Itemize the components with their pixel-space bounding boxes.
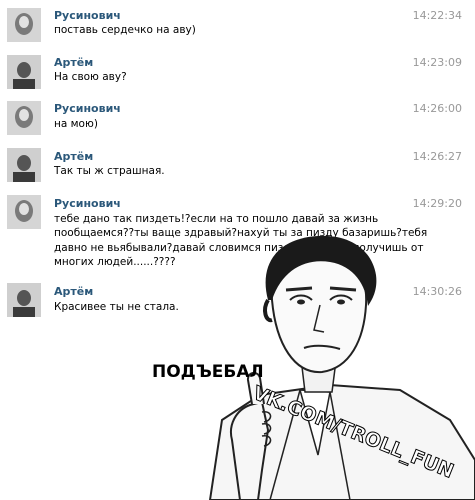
meme-illustration	[208, 235, 475, 500]
meme-caption: ПОДЪЕБАЛ	[152, 362, 264, 382]
